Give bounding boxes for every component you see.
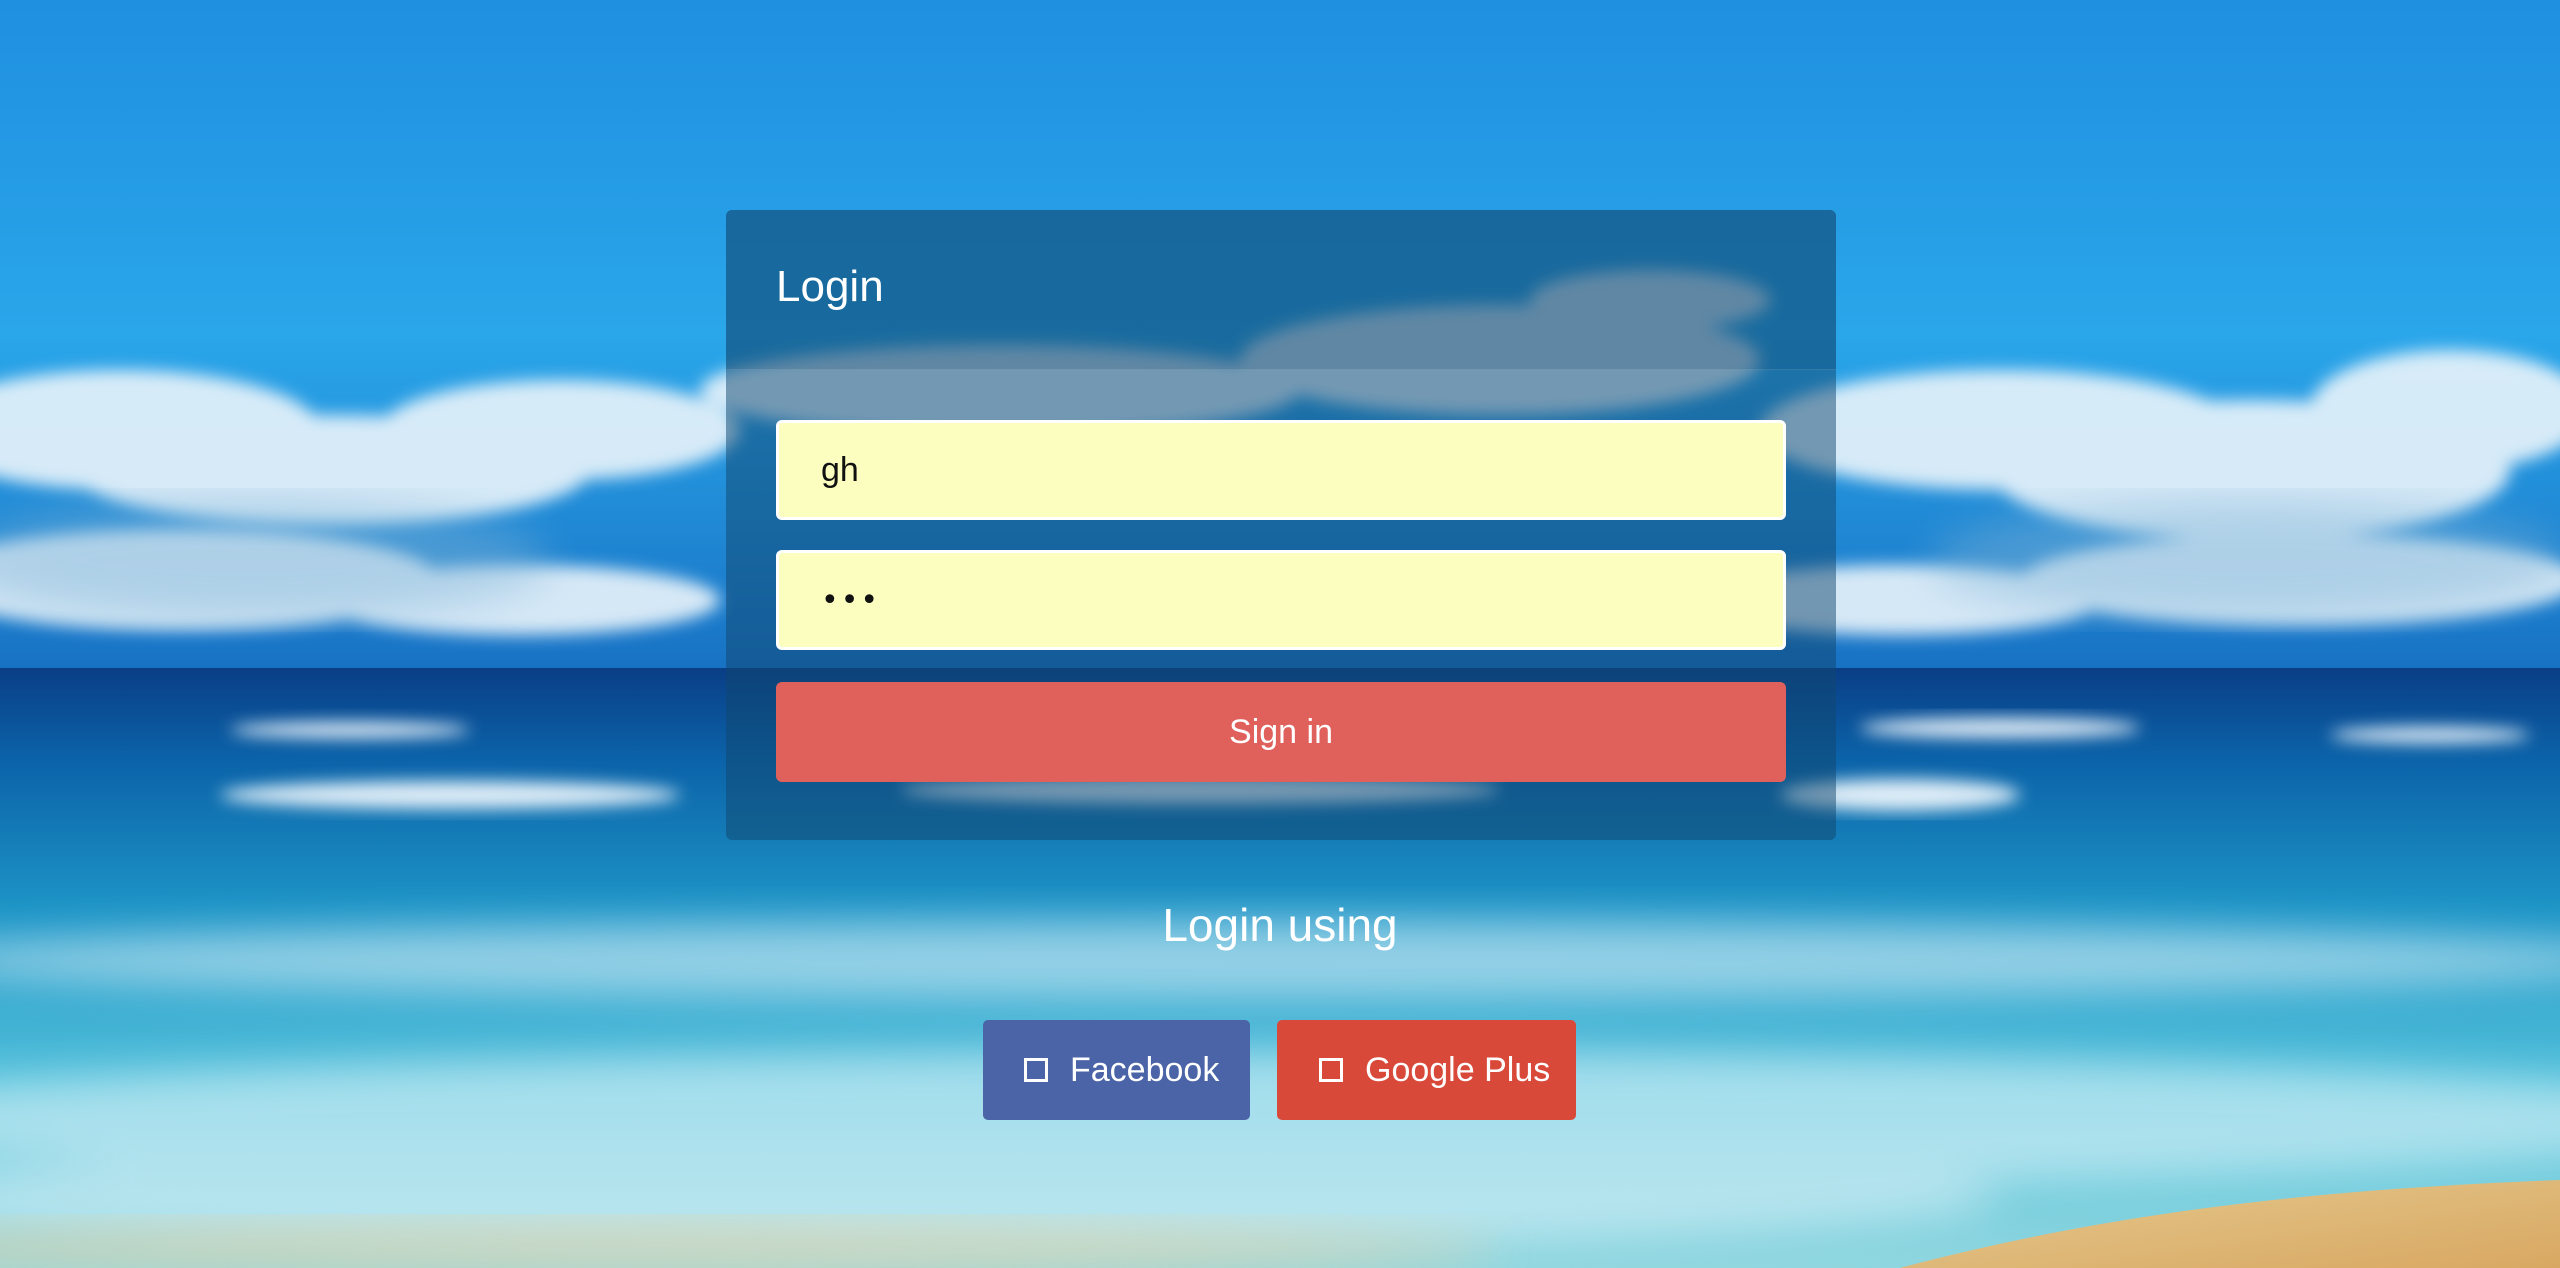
square-icon: [1319, 1058, 1343, 1082]
login-panel: Login Sign in: [726, 210, 1836, 840]
google-plus-login-button[interactable]: Google Plus: [1277, 1020, 1576, 1120]
facebook-label: Facebook: [1070, 1050, 1220, 1089]
username-input[interactable]: [776, 420, 1786, 520]
google-plus-label: Google Plus: [1365, 1050, 1551, 1089]
square-icon: [1024, 1058, 1048, 1082]
facebook-login-button[interactable]: Facebook: [983, 1020, 1250, 1120]
login-using-heading: Login using: [1162, 899, 1398, 951]
login-header: Login: [726, 210, 1836, 370]
password-input[interactable]: [776, 550, 1786, 650]
login-title: Login: [776, 262, 884, 311]
sign-in-button[interactable]: Sign in: [776, 682, 1786, 782]
